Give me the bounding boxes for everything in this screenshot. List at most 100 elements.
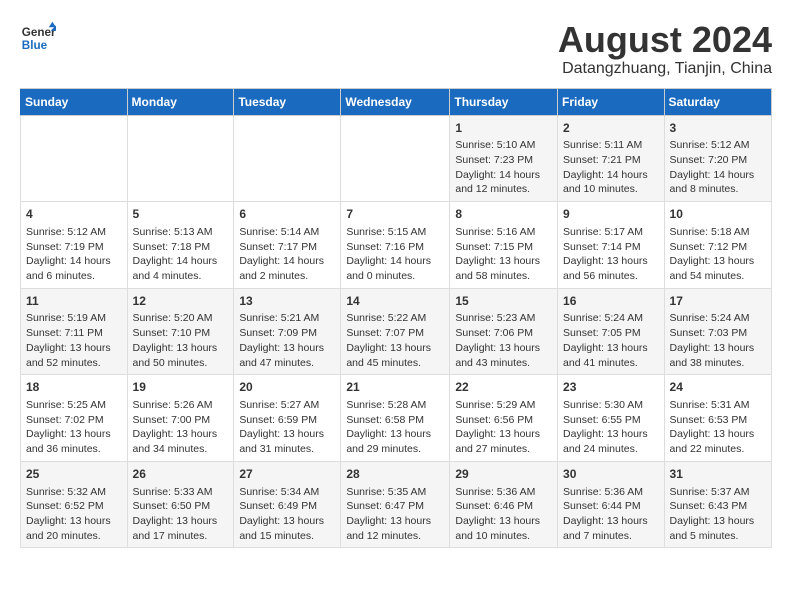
cell-info: Sunrise: 5:22 AM — [346, 311, 444, 326]
cell-info: Sunrise: 5:28 AM — [346, 398, 444, 413]
cell-info: Daylight: 13 hours and 7 minutes. — [563, 514, 659, 543]
cell-info: Sunset: 7:00 PM — [133, 413, 229, 428]
cell-info: Daylight: 13 hours and 41 minutes. — [563, 341, 659, 370]
calendar-cell: 7Sunrise: 5:15 AMSunset: 7:16 PMDaylight… — [341, 202, 450, 289]
cell-info: Sunset: 7:19 PM — [26, 240, 122, 255]
calendar-cell — [341, 115, 450, 202]
day-number: 23 — [563, 379, 659, 396]
calendar-week-3: 18Sunrise: 5:25 AMSunset: 7:02 PMDayligh… — [21, 375, 772, 462]
calendar-cell: 9Sunrise: 5:17 AMSunset: 7:14 PMDaylight… — [558, 202, 665, 289]
cell-info: Daylight: 13 hours and 43 minutes. — [455, 341, 552, 370]
cell-info: Sunrise: 5:30 AM — [563, 398, 659, 413]
cell-info: Sunset: 7:21 PM — [563, 153, 659, 168]
calendar-cell: 20Sunrise: 5:27 AMSunset: 6:59 PMDayligh… — [234, 375, 341, 462]
calendar-cell: 30Sunrise: 5:36 AMSunset: 6:44 PMDayligh… — [558, 461, 665, 548]
cell-info: Sunset: 6:50 PM — [133, 499, 229, 514]
cell-info: Daylight: 13 hours and 10 minutes. — [455, 514, 552, 543]
cell-info: Daylight: 13 hours and 45 minutes. — [346, 341, 444, 370]
day-number: 15 — [455, 293, 552, 310]
cell-info: Daylight: 14 hours and 6 minutes. — [26, 254, 122, 283]
cell-info: Sunset: 7:18 PM — [133, 240, 229, 255]
svg-text:General: General — [22, 26, 56, 39]
cell-info: Sunrise: 5:21 AM — [239, 311, 335, 326]
day-number: 18 — [26, 379, 122, 396]
calendar-cell: 26 Sunrise: 5:33 AMSunset: 6:50 PMDayligh… — [127, 461, 234, 548]
cell-info: Sunset: 6:46 PM — [455, 499, 552, 514]
title-block: August 2024 Datangzhuang, Tianjin, China — [558, 20, 772, 78]
calendar-cell: 4 Sunrise: 5:12 AMSunset: 7:19 PMDaylight… — [21, 202, 128, 289]
calendar-cell: 23 Sunrise: 5:30 AMSunset: 6:55 PMDayligh… — [558, 375, 665, 462]
cell-info: Sunrise: 5:24 AM — [670, 311, 766, 326]
calendar-cell — [234, 115, 341, 202]
cell-info: Sunset: 7:03 PM — [670, 326, 766, 341]
cell-info: Sunrise: 5:29 AM — [455, 398, 552, 413]
calendar-cell: 3Sunrise: 5:12 AMSunset: 7:20 PMDaylight… — [664, 115, 771, 202]
day-number: 24 — [670, 379, 766, 396]
cell-info: Daylight: 14 hours and 10 minutes. — [563, 168, 659, 197]
cell-info: Sunrise: 5:32 AM — [26, 485, 122, 500]
calendar-cell: 6Sunrise: 5:14 AMSunset: 7:17 PMDaylight… — [234, 202, 341, 289]
cell-info: Sunrise: 5:27 AM — [239, 398, 335, 413]
cell-info: Sunset: 6:49 PM — [239, 499, 335, 514]
logo-icon: General Blue — [20, 20, 56, 56]
cell-info: Sunset: 7:15 PM — [455, 240, 552, 255]
cell-info: Sunset: 6:55 PM — [563, 413, 659, 428]
page-title: August 2024 — [558, 20, 772, 60]
calendar-cell: 16Sunrise: 5:24 AMSunset: 7:05 PMDayligh… — [558, 288, 665, 375]
day-number: 26 — [133, 466, 229, 483]
calendar-cell: 2Sunrise: 5:11 AMSunset: 7:21 PMDaylight… — [558, 115, 665, 202]
calendar-cell: 22Sunrise: 5:29 AMSunset: 6:56 PMDayligh… — [450, 375, 558, 462]
day-number: 13 — [239, 293, 335, 310]
calendar-cell: 27Sunrise: 5:34 AMSunset: 6:49 PMDayligh… — [234, 461, 341, 548]
header-tuesday: Tuesday — [234, 88, 341, 115]
cell-info: Sunset: 7:06 PM — [455, 326, 552, 341]
cell-info: Sunrise: 5:12 AM — [670, 138, 766, 153]
cell-info: Daylight: 13 hours and 17 minutes. — [133, 514, 229, 543]
header-wednesday: Wednesday — [341, 88, 450, 115]
cell-info: Sunrise: 5:33 AM — [133, 485, 229, 500]
day-number: 9 — [563, 206, 659, 223]
cell-info: Sunset: 7:07 PM — [346, 326, 444, 341]
calendar-cell: 18Sunrise: 5:25 AMSunset: 7:02 PMDayligh… — [21, 375, 128, 462]
cell-info: Sunset: 7:11 PM — [26, 326, 122, 341]
cell-info: Sunrise: 5:10 AM — [455, 138, 552, 153]
day-number: 22 — [455, 379, 552, 396]
cell-info: Sunset: 7:05 PM — [563, 326, 659, 341]
cell-info: Daylight: 13 hours and 27 minutes. — [455, 427, 552, 456]
day-number: 19 — [133, 379, 229, 396]
cell-info: Sunrise: 5:36 AM — [563, 485, 659, 500]
day-number: 30 — [563, 466, 659, 483]
cell-info: Sunset: 7:20 PM — [670, 153, 766, 168]
cell-info: Sunrise: 5:24 AM — [563, 311, 659, 326]
cell-info: Daylight: 13 hours and 36 minutes. — [26, 427, 122, 456]
day-number: 25 — [26, 466, 122, 483]
cell-info: Daylight: 13 hours and 58 minutes. — [455, 254, 552, 283]
calendar-week-2: 11Sunrise: 5:19 AMSunset: 7:11 PMDayligh… — [21, 288, 772, 375]
cell-info: Daylight: 13 hours and 12 minutes. — [346, 514, 444, 543]
cell-info: Sunrise: 5:14 AM — [239, 225, 335, 240]
day-number: 4 — [26, 206, 122, 223]
cell-info: Daylight: 13 hours and 22 minutes. — [670, 427, 766, 456]
cell-info: Sunrise: 5:12 AM — [26, 225, 122, 240]
calendar-cell: 8Sunrise: 5:16 AMSunset: 7:15 PMDaylight… — [450, 202, 558, 289]
cell-info: Sunset: 7:14 PM — [563, 240, 659, 255]
header: General Blue August 2024 Datangzhuang, T… — [20, 20, 772, 78]
cell-info: Sunset: 7:16 PM — [346, 240, 444, 255]
day-number: 28 — [346, 466, 444, 483]
day-number: 11 — [26, 293, 122, 310]
cell-info: Daylight: 13 hours and 54 minutes. — [670, 254, 766, 283]
logo: General Blue — [20, 20, 56, 56]
calendar-cell: 12Sunrise: 5:20 AMSunset: 7:10 PMDayligh… — [127, 288, 234, 375]
cell-info: Daylight: 13 hours and 34 minutes. — [133, 427, 229, 456]
cell-info: Daylight: 13 hours and 20 minutes. — [26, 514, 122, 543]
cell-info: Daylight: 13 hours and 29 minutes. — [346, 427, 444, 456]
cell-info: Daylight: 13 hours and 15 minutes. — [239, 514, 335, 543]
calendar-week-1: 4Sunrise: 5:12 AMSunset: 7:19 PMDaylight… — [21, 202, 772, 289]
cell-info: Daylight: 13 hours and 24 minutes. — [563, 427, 659, 456]
cell-info: Sunset: 7:17 PM — [239, 240, 335, 255]
cell-info: Sunset: 6:58 PM — [346, 413, 444, 428]
calendar-cell: 25Sunrise: 5:32 AMSunset: 6:52 PMDayligh… — [21, 461, 128, 548]
day-number: 3 — [670, 120, 766, 137]
header-saturday: Saturday — [664, 88, 771, 115]
cell-info: Sunrise: 5:18 AM — [670, 225, 766, 240]
